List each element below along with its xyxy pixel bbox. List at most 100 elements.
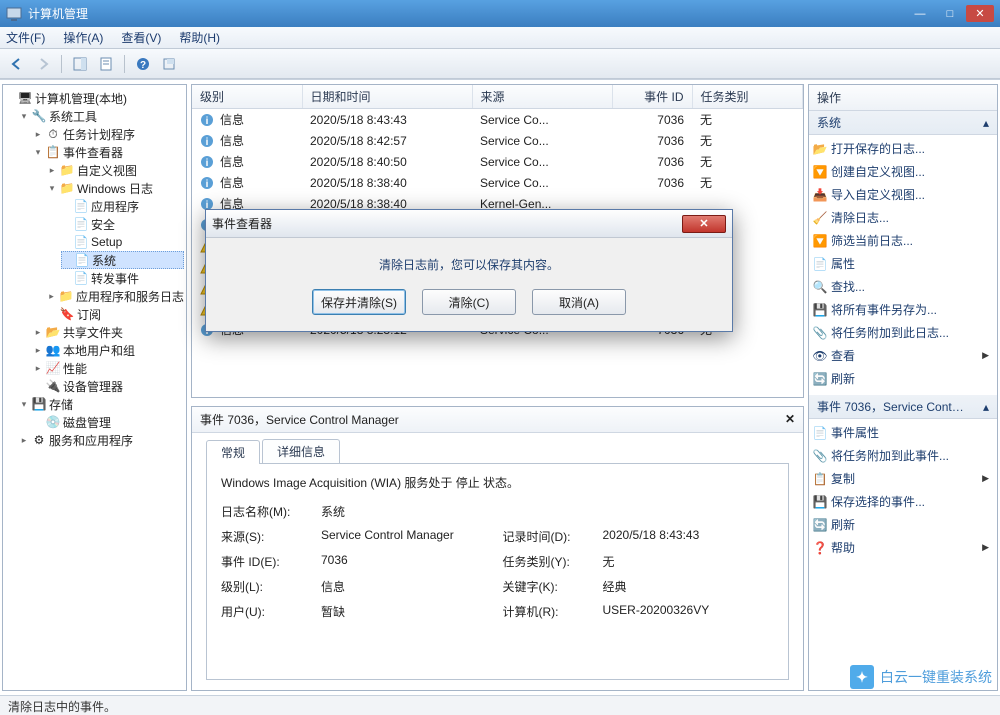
- action-refresh[interactable]: 🔄刷新: [809, 367, 997, 390]
- help-icon: ❓: [813, 541, 827, 555]
- menu-help[interactable]: 帮助(H): [179, 29, 220, 46]
- tree-root[interactable]: 🖥计算机管理(本地): [5, 89, 184, 107]
- tree-app-service-logs[interactable]: ▸📁应用程序和服务日志: [47, 287, 184, 305]
- dialog-close-button[interactable]: ✕: [682, 215, 726, 233]
- tree-subscriptions[interactable]: 🔖订阅: [47, 305, 184, 323]
- action-prop[interactable]: 📄属性: [809, 252, 997, 275]
- copy-icon: 📋: [813, 472, 827, 486]
- action-label: 复制: [831, 470, 855, 487]
- tab-general[interactable]: 常规: [206, 440, 260, 464]
- perf-icon: 📈: [46, 361, 60, 375]
- evprop-icon: 📄: [813, 426, 827, 440]
- action-saveas[interactable]: 💾将所有事件另存为...: [809, 298, 997, 321]
- actions-group-system[interactable]: 系统▴: [809, 111, 997, 135]
- action-filter[interactable]: 🔽创建自定义视图...: [809, 160, 997, 183]
- tree-storage[interactable]: ▾💾存储: [19, 395, 184, 413]
- computer-icon: 🖥: [18, 91, 32, 105]
- val-level: 信息: [321, 578, 493, 595]
- cell-datetime: 2020/5/18 8:40:50: [302, 151, 472, 172]
- tree-local-users[interactable]: ▸👥本地用户和组: [33, 341, 184, 359]
- action-clear[interactable]: 🧹清除日志...: [809, 206, 997, 229]
- log-icon: 📄: [74, 199, 88, 213]
- tree-device-manager[interactable]: 🔌设备管理器: [33, 377, 184, 395]
- action-attach[interactable]: 📎将任务附加到此日志...: [809, 321, 997, 344]
- tree-disk-management[interactable]: 💿磁盘管理: [33, 413, 184, 431]
- minimize-button[interactable]: —: [906, 5, 934, 22]
- show-hide-action-pane-button[interactable]: [69, 53, 91, 75]
- tree-log-forwarded[interactable]: 📄转发事件: [61, 269, 184, 287]
- val-taskcat: 无: [603, 553, 775, 570]
- svg-text:?: ?: [140, 60, 146, 71]
- tree-custom-views[interactable]: ▸📁自定义视图: [47, 161, 184, 179]
- dialog-cancel-button[interactable]: 取消(A): [532, 289, 626, 315]
- action-open[interactable]: 📂打开保存的日志...: [809, 137, 997, 160]
- action-help[interactable]: ❓帮助▶: [809, 536, 997, 559]
- cell-level: 信息: [220, 132, 244, 149]
- maximize-button[interactable]: □: [936, 5, 964, 22]
- col-eventid[interactable]: 事件 ID: [612, 85, 692, 109]
- menu-action[interactable]: 操作(A): [63, 29, 103, 46]
- action-label: 打开保存的日志...: [831, 140, 925, 157]
- col-level[interactable]: 级别: [192, 85, 302, 109]
- tree-system-tools[interactable]: ▾🔧系统工具: [19, 107, 184, 125]
- clear-icon: 🧹: [813, 211, 827, 225]
- tree-pane[interactable]: 🖥计算机管理(本地) ▾🔧系统工具 ▸⏱任务计划程序 ▾📋事件查看器 ▸📁自定义…: [2, 84, 187, 691]
- dialog-clear-button[interactable]: 清除(C): [422, 289, 516, 315]
- tree-task-scheduler[interactable]: ▸⏱任务计划程序: [33, 125, 184, 143]
- tree-windows-logs[interactable]: ▾📁Windows 日志: [47, 179, 184, 197]
- actions-group-event[interactable]: 事件 7036，Service Control...▴: [809, 395, 997, 419]
- action-label: 导入自定义视图...: [831, 186, 925, 203]
- tree-log-security[interactable]: 📄安全: [61, 215, 184, 233]
- action-find[interactable]: 🔍查找...: [809, 275, 997, 298]
- help-button[interactable]: ?: [132, 53, 154, 75]
- tree-log-application[interactable]: 📄应用程序: [61, 197, 184, 215]
- action-view[interactable]: 👁查看▶: [809, 344, 997, 367]
- chevron-right-icon: ▶: [982, 350, 989, 361]
- saveas-icon: 💾: [813, 303, 827, 317]
- col-source[interactable]: 来源: [472, 85, 612, 109]
- cell-datetime: 2020/5/18 8:42:57: [302, 130, 472, 151]
- col-datetime[interactable]: 日期和时间: [302, 85, 472, 109]
- tree-event-viewer[interactable]: ▾📋事件查看器: [33, 143, 184, 161]
- action-filter2[interactable]: 🔽筛选当前日志...: [809, 229, 997, 252]
- menu-view[interactable]: 查看(V): [121, 29, 161, 46]
- back-button[interactable]: [6, 53, 28, 75]
- table-row[interactable]: i信息 2020/5/18 8:40:50 Service Co... 7036…: [192, 151, 803, 172]
- close-button[interactable]: ✕: [966, 5, 994, 22]
- dialog-save-clear-button[interactable]: 保存并清除(S): [312, 289, 406, 315]
- action-refresh[interactable]: 🔄刷新: [809, 513, 997, 536]
- tree-performance[interactable]: ▸📈性能: [33, 359, 184, 377]
- action-import[interactable]: 📥导入自定义视图...: [809, 183, 997, 206]
- log-icon: 📄: [74, 217, 88, 231]
- cell-eventid: 7036: [612, 151, 692, 172]
- action-label: 查看: [831, 347, 855, 364]
- action-copy[interactable]: 📋复制▶: [809, 467, 997, 490]
- cell-datetime: 2020/5/18 8:38:40: [302, 172, 472, 193]
- refresh-button[interactable]: [158, 53, 180, 75]
- action-savesel[interactable]: 💾保存选择的事件...: [809, 490, 997, 513]
- details-close-icon[interactable]: ✕: [785, 412, 795, 426]
- lbl-source: 来源(S):: [221, 528, 311, 545]
- action-help[interactable]: ❓帮助▶: [809, 390, 997, 395]
- users-icon: 👥: [46, 343, 60, 357]
- svg-text:i: i: [206, 158, 209, 169]
- table-row[interactable]: i信息 2020/5/18 8:38:40 Service Co... 7036…: [192, 172, 803, 193]
- properties-button[interactable]: [95, 53, 117, 75]
- col-category[interactable]: 任务类别: [692, 85, 803, 109]
- forward-button[interactable]: [32, 53, 54, 75]
- tree-shared-folders[interactable]: ▸📂共享文件夹: [33, 323, 184, 341]
- folder-icon: 📁: [59, 289, 73, 303]
- titlebar: 计算机管理 — □ ✕: [0, 0, 1000, 27]
- tree-log-system[interactable]: 📄系统: [61, 251, 184, 269]
- val-computer: USER-20200326VY: [603, 603, 775, 620]
- tab-details[interactable]: 详细信息: [262, 439, 340, 463]
- table-row[interactable]: i信息 2020/5/18 8:43:43 Service Co... 7036…: [192, 109, 803, 131]
- filter-icon: 🔽: [813, 165, 827, 179]
- action-evprop[interactable]: 📄事件属性: [809, 421, 997, 444]
- tree-log-setup[interactable]: 📄Setup: [61, 233, 184, 251]
- refresh-icon: 🔄: [813, 372, 827, 386]
- menu-file[interactable]: 文件(F): [6, 29, 45, 46]
- action-attach2[interactable]: 📎将任务附加到此事件...: [809, 444, 997, 467]
- table-row[interactable]: i信息 2020/5/18 8:42:57 Service Co... 7036…: [192, 130, 803, 151]
- tree-services-apps[interactable]: ▸⚙服务和应用程序: [19, 431, 184, 449]
